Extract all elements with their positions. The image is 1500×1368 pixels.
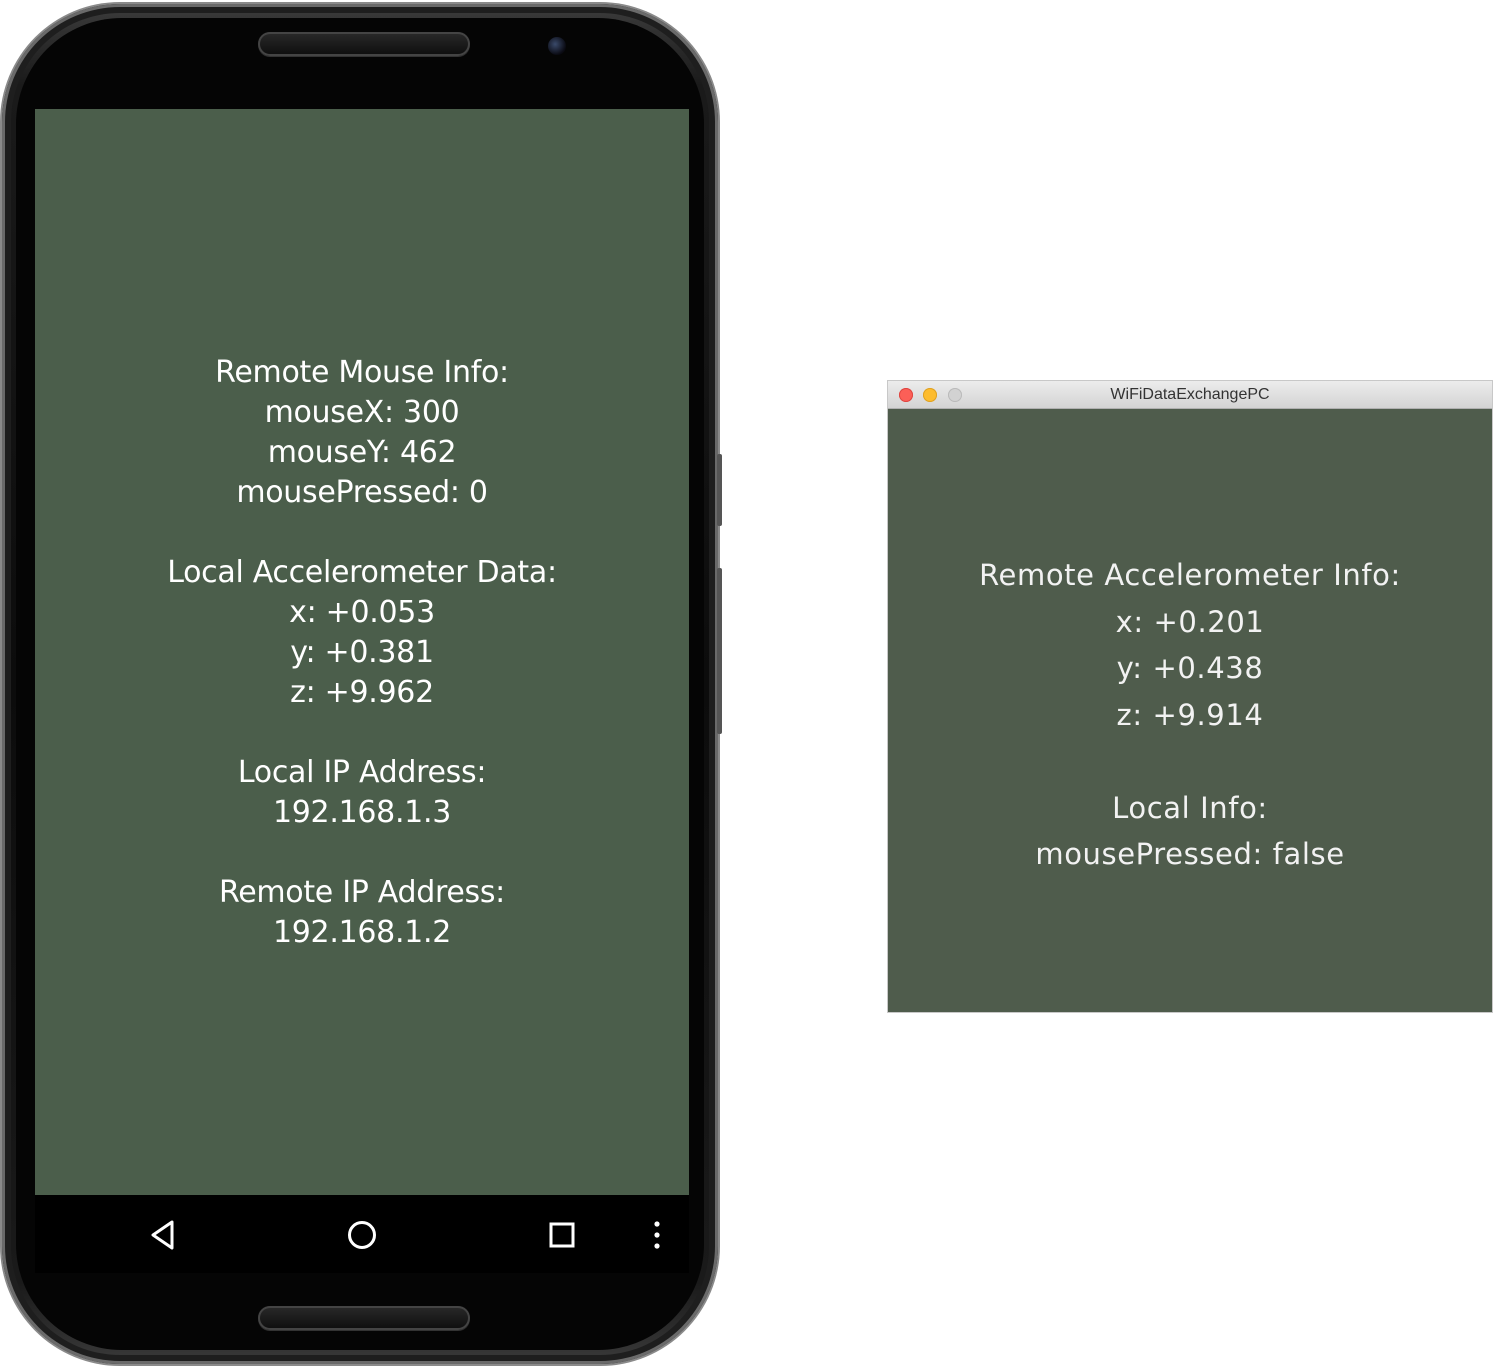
front-camera — [548, 37, 566, 55]
home-button[interactable] — [342, 1215, 382, 1255]
app-window: WiFiDataExchangePC Remote Accelerometer … — [888, 381, 1492, 1012]
remote-mouse-x: mouseX: 300 — [264, 395, 460, 430]
window-title: WiFiDataExchangePC — [1110, 386, 1270, 403]
local-accel-y: y: +0.381 — [290, 635, 434, 670]
window-minimize-button[interactable] — [923, 388, 937, 402]
overflow-menu-button[interactable] — [637, 1215, 677, 1255]
remote-accel-z: z: +9.914 — [1116, 697, 1264, 732]
window-close-button[interactable] — [899, 388, 913, 402]
local-ip-value: 192.168.1.3 — [272, 795, 451, 830]
phone-screen[interactable]: Remote Mouse Info: mouseX: 300 mouseY: 4… — [35, 109, 689, 1195]
window-zoom-button[interactable] — [948, 388, 962, 402]
android-navigation-bar — [35, 1195, 689, 1273]
remote-mouse-heading: Remote Mouse Info: — [215, 355, 509, 390]
android-phone: Remote Mouse Info: mouseX: 300 mouseY: 4… — [2, 4, 722, 1364]
remote-mouse-y: mouseY: 462 — [267, 435, 457, 470]
remote-mouse-pressed: mousePressed: 0 — [236, 475, 488, 510]
top-speaker-grille — [258, 32, 470, 56]
window-canvas[interactable]: Remote Accelerometer Info: x: +0.201 y: … — [888, 409, 1492, 1012]
local-ip-heading: Local IP Address: — [237, 755, 487, 790]
local-accel-heading: Local Accelerometer Data: — [167, 555, 557, 590]
remote-accel-heading: Remote Accelerometer Info: — [979, 558, 1401, 592]
overflow-menu-icon — [654, 1221, 660, 1249]
back-triangle-icon — [151, 1220, 174, 1250]
remote-ip-value: 192.168.1.2 — [272, 915, 451, 950]
back-button[interactable] — [143, 1215, 183, 1255]
power-button[interactable] — [717, 454, 722, 526]
recents-button[interactable] — [542, 1215, 582, 1255]
remote-accel-y: y: +0.438 — [1116, 651, 1264, 685]
local-mouse-pressed: mousePressed: false — [1035, 837, 1345, 871]
phone-info-text: Remote Mouse Info: mouseX: 300 mouseY: 4… — [35, 353, 689, 953]
home-circle-icon — [348, 1221, 376, 1249]
window-titlebar[interactable]: WiFiDataExchangePC — [888, 381, 1492, 409]
bottom-speaker-grille — [258, 1306, 470, 1330]
remote-ip-heading: Remote IP Address: — [219, 875, 505, 910]
local-info-heading: Local Info: — [1112, 790, 1268, 825]
volume-rocker[interactable] — [717, 568, 722, 734]
remote-accel-x: x: +0.201 — [1115, 604, 1265, 639]
recents-square-icon — [549, 1222, 575, 1248]
scene: Remote Mouse Info: mouseX: 300 mouseY: 4… — [0, 0, 1500, 1368]
local-accel-x: x: +0.053 — [289, 595, 435, 630]
window-info-text: Remote Accelerometer Info: x: +0.201 y: … — [888, 552, 1492, 878]
local-accel-z: z: +9.962 — [290, 675, 434, 710]
